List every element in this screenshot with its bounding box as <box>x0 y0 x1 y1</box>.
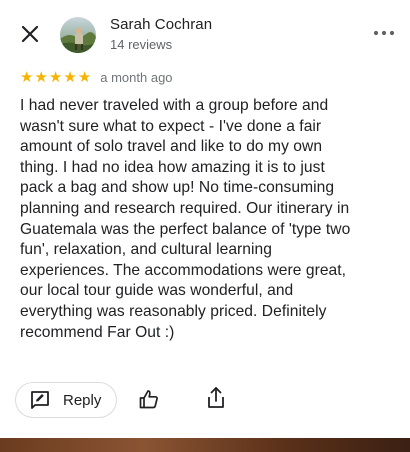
review-line: planning and research required. Our itin… <box>20 199 350 217</box>
review-line: our local tour guide was wonderful, and <box>20 282 294 300</box>
like-button[interactable] <box>138 388 160 410</box>
avatar[interactable] <box>60 17 96 53</box>
star-icon: ★ <box>34 67 48 86</box>
more-vert-icon <box>373 30 395 36</box>
review-line: recommend Far Out :) <box>20 323 175 341</box>
thumb-up-icon <box>139 390 158 409</box>
share-icon <box>208 387 224 408</box>
review-line: amount of solo travel and like to do my … <box>20 138 323 156</box>
star-icon: ★ <box>48 67 63 86</box>
review-line: Guatemala was the perfect balance of 'ty… <box>20 220 351 238</box>
review-line: everything was reasonably priced. Defini… <box>20 302 327 320</box>
star-icon: ★ <box>63 67 77 86</box>
more-options-button[interactable] <box>372 26 396 40</box>
reply-edit-icon <box>31 391 49 409</box>
star-icon: ★ <box>20 67 34 86</box>
reply-button[interactable]: Reply <box>15 382 117 418</box>
review-line: fun', relaxation, and cultural learning <box>20 241 272 259</box>
reviewer-review-count: 14 reviews <box>110 37 173 52</box>
review-date: a month ago <box>100 69 173 85</box>
review-line: thing. I had no idea how amazing it is t… <box>20 158 325 176</box>
review-line: wasn't sure what to expect - I've done a… <box>20 117 322 135</box>
star-rating: ★ ★ ★ ★ ★ <box>20 67 92 86</box>
share-button[interactable] <box>205 386 227 410</box>
review-line: I had never traveled with a group before… <box>20 97 329 114</box>
review-card: Sarah Cochran 14 reviews ★ ★ ★ ★ ★ a mon… <box>0 0 410 438</box>
review-line: experiences. The accommodations were gre… <box>20 261 347 279</box>
close-button[interactable] <box>18 22 42 46</box>
close-icon <box>21 25 39 43</box>
star-icon: ★ <box>77 67 92 86</box>
reply-label: Reply <box>63 391 102 409</box>
background-strip <box>0 438 410 452</box>
review-body: I had never traveled with a group before… <box>20 96 398 343</box>
review-line: pack a bag and show up! No time-consumin… <box>20 179 335 197</box>
rating-row: ★ ★ ★ ★ ★ a month ago <box>20 68 173 86</box>
reviewer-name[interactable]: Sarah Cochran <box>110 16 212 33</box>
